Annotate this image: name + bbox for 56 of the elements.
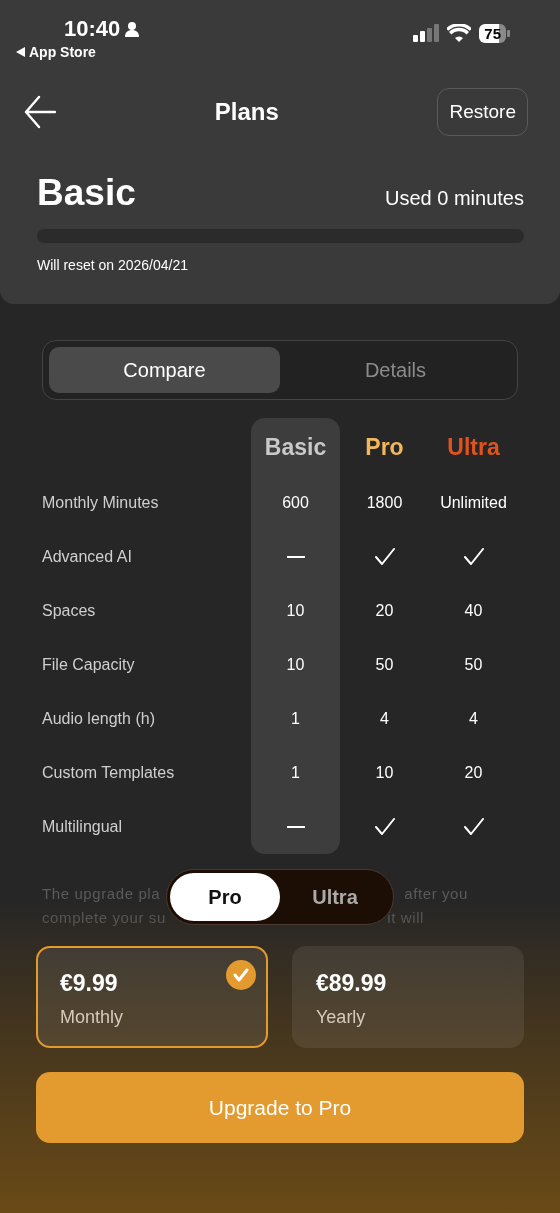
feature-label: Custom Templates xyxy=(42,763,176,783)
table-cell: Unlimited xyxy=(440,494,507,512)
feature-label: Advanced AI xyxy=(42,547,133,567)
check-icon xyxy=(462,818,485,836)
selected-check-icon xyxy=(226,960,256,990)
feature-label: Monthly Minutes xyxy=(42,493,160,513)
table-cell: 4 xyxy=(469,710,478,728)
usage-text: Used 0 minutes xyxy=(385,187,524,211)
table-cell: 20 xyxy=(375,602,394,620)
back-triangle-icon[interactable] xyxy=(16,47,25,57)
segment-tab[interactable]: Details xyxy=(280,347,511,393)
period-text: Monthly xyxy=(60,1007,125,1028)
price-option[interactable]: €89.99 Yearly xyxy=(292,946,524,1048)
battery-level: 75 xyxy=(479,23,506,43)
period-text: Yearly xyxy=(316,1007,367,1028)
reset-date-text: Will reset on 2026/04/21 xyxy=(37,257,189,273)
price-option[interactable]: €9.99 Monthly xyxy=(36,946,268,1048)
person-icon xyxy=(124,21,141,37)
table-cell: 1800 xyxy=(366,494,403,512)
wifi-icon xyxy=(447,24,472,42)
clock-time: 10:40 xyxy=(64,16,121,42)
table-cell: 10 xyxy=(286,656,305,674)
table-cell: 50 xyxy=(464,656,483,674)
feature-label: Multilingual xyxy=(42,817,124,837)
segment-tab[interactable]: Compare xyxy=(49,347,280,393)
signal-icon xyxy=(413,24,440,42)
feature-label: File Capacity xyxy=(42,655,136,675)
plan-option[interactable]: Pro xyxy=(170,873,280,921)
battery-tip-icon xyxy=(507,29,510,37)
plan-name: Basic xyxy=(37,172,136,214)
page-title: Plans xyxy=(214,98,279,126)
table-cell: 1 xyxy=(291,764,300,782)
price-text: €89.99 xyxy=(316,970,388,997)
table-cell: 4 xyxy=(380,710,389,728)
table-cell: 600 xyxy=(282,494,309,512)
plan-column-header: Ultra xyxy=(447,433,500,461)
table-cell: 1 xyxy=(291,710,300,728)
check-icon xyxy=(462,548,485,566)
check-icon xyxy=(373,818,396,836)
table-cell: 10 xyxy=(375,764,394,782)
check-icon xyxy=(373,548,396,566)
plan-option[interactable]: Ultra xyxy=(280,873,390,921)
restore-button[interactable]: Restore xyxy=(437,88,528,136)
plan-column-header: Pro xyxy=(365,433,404,461)
table-cell: 10 xyxy=(286,602,305,620)
table-cell: 20 xyxy=(464,764,483,782)
price-text: €9.99 xyxy=(60,970,119,997)
back-app-link[interactable]: App Store xyxy=(29,44,96,60)
back-arrow-icon[interactable] xyxy=(24,95,56,129)
dash-icon xyxy=(286,826,305,828)
feature-label: Spaces xyxy=(42,601,97,621)
dash-icon xyxy=(286,556,305,558)
table-cell: 50 xyxy=(375,656,394,674)
feature-label: Audio length (h) xyxy=(42,709,156,729)
plan-column-header: Basic xyxy=(264,433,327,461)
table-cell: 40 xyxy=(464,602,483,620)
